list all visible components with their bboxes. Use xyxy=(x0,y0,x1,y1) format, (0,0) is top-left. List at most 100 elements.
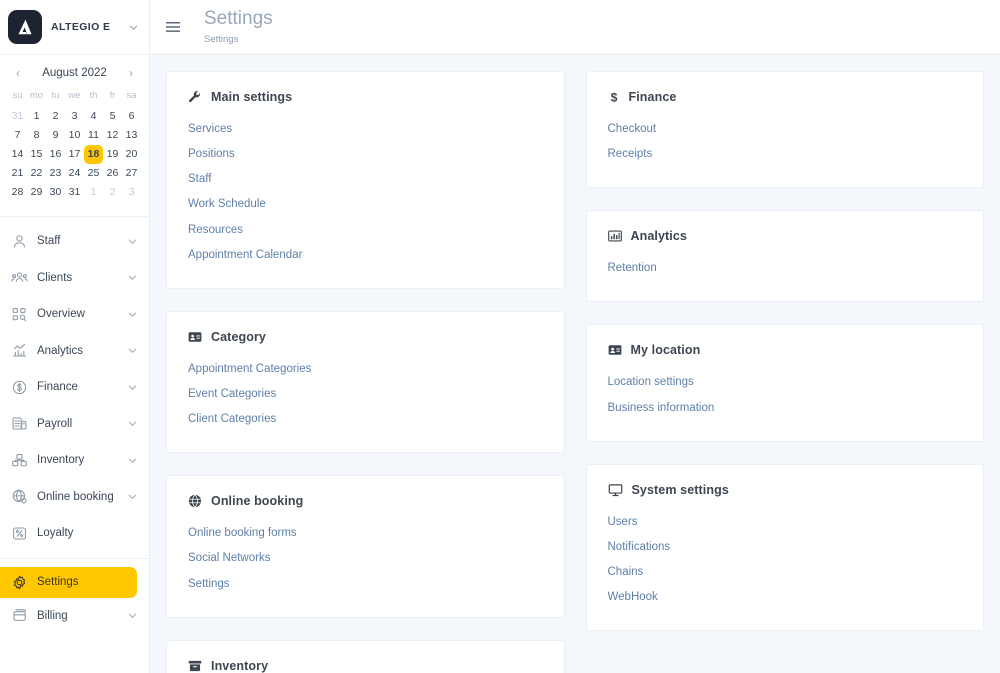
calendar-day[interactable]: 12 xyxy=(103,126,122,145)
header-titles: Settings Settings xyxy=(204,8,273,45)
calendar-day[interactable]: 3 xyxy=(65,107,84,126)
card-header: System settings xyxy=(608,483,964,497)
calendar-day[interactable]: 8 xyxy=(27,126,46,145)
card-link-webhook[interactable]: WebHook xyxy=(608,585,964,610)
calendar-dow-th: th xyxy=(89,90,98,101)
calendar-day[interactable]: 24 xyxy=(65,164,84,183)
card-link-checkout[interactable]: Checkout xyxy=(608,117,964,142)
chevron-down-icon[interactable] xyxy=(127,309,138,320)
grid-search-icon xyxy=(11,306,28,323)
calendar-day[interactable]: 1 xyxy=(27,107,46,126)
calendar-day[interactable]: 17 xyxy=(65,145,84,164)
chevron-down-icon[interactable] xyxy=(127,418,138,429)
sidebar-item-online-booking[interactable]: Online booking xyxy=(0,479,149,516)
chevron-down-icon[interactable] xyxy=(127,491,138,502)
calendar-day-selected[interactable]: 18 xyxy=(84,145,103,164)
settings-column-left: Main settings Services Positions Staff Work … xyxy=(166,71,565,673)
calendar-month-title: August 2022 xyxy=(42,67,107,79)
card-link-receipts[interactable]: Receipts xyxy=(608,142,964,167)
sidebar-item-staff[interactable]: Staff xyxy=(0,223,149,260)
sidebar-item-loyalty[interactable]: Loyalty xyxy=(0,515,149,552)
calendar-day[interactable]: 16 xyxy=(46,145,65,164)
calendar-day[interactable]: 19 xyxy=(103,145,122,164)
calendar-day[interactable]: 3 xyxy=(122,183,141,202)
card-link-resources[interactable]: Resources xyxy=(188,218,544,243)
users-icon xyxy=(11,269,28,286)
brand-selector[interactable]: ALTEGIO E xyxy=(0,0,149,55)
card-link-appointment-calendar[interactable]: Appointment Calendar xyxy=(188,243,544,268)
chevron-down-icon[interactable] xyxy=(127,236,138,247)
sidebar-item-inventory[interactable]: Inventory xyxy=(0,442,149,479)
calendar-day[interactable]: 30 xyxy=(46,183,65,202)
card-title: Online booking xyxy=(211,494,304,509)
calendar-day[interactable]: 25 xyxy=(84,164,103,183)
calendar-day[interactable]: 5 xyxy=(103,107,122,126)
card-link-location-settings[interactable]: Location settings xyxy=(608,370,964,395)
chevron-left-icon[interactable]: ‹ xyxy=(10,67,26,79)
sidebar-item-overview[interactable]: Overview xyxy=(0,296,149,333)
svg-text:$: $ xyxy=(610,91,617,104)
sidebar-item-billing[interactable]: Billing xyxy=(0,598,149,635)
chevron-down-icon[interactable] xyxy=(127,272,138,283)
gear-icon xyxy=(11,574,28,591)
card-link-notifications[interactable]: Notifications xyxy=(608,535,964,560)
sidebar-item-settings[interactable]: Settings xyxy=(0,566,137,598)
sidebar-item-label: Payroll xyxy=(37,417,73,430)
settings-column-right: $ Finance Checkout Receipts Analytics Retenti… xyxy=(585,71,984,632)
card-link-online-booking-forms[interactable]: Online booking forms xyxy=(188,521,544,546)
calendar-day[interactable]: 7 xyxy=(8,126,27,145)
card-link-client-categories[interactable]: Client Categories xyxy=(188,407,544,432)
calendar-day[interactable]: 20 xyxy=(122,145,141,164)
card-link-positions[interactable]: Positions xyxy=(188,142,544,167)
calendar-day[interactable]: 2 xyxy=(103,183,122,202)
card-header: $ Finance xyxy=(608,90,964,104)
sidebar-item-payroll[interactable]: Payroll xyxy=(0,406,149,443)
calendar-day[interactable]: 4 xyxy=(84,107,103,126)
chevron-down-icon[interactable] xyxy=(127,382,138,393)
card-link-staff[interactable]: Staff xyxy=(188,167,544,192)
sidebar-item-clients[interactable]: Clients xyxy=(0,260,149,297)
card-link-services[interactable]: Services xyxy=(188,117,544,142)
hamburger-menu-icon[interactable] xyxy=(163,17,183,37)
card-link-users[interactable]: Users xyxy=(608,510,964,535)
calendar-day[interactable]: 31 xyxy=(8,107,27,126)
card-link-appointment-categories[interactable]: Appointment Categories xyxy=(188,357,544,382)
sidebar-item-finance[interactable]: Finance xyxy=(0,369,149,406)
card-link-retention[interactable]: Retention xyxy=(608,256,964,281)
calendar-day[interactable]: 28 xyxy=(8,183,27,202)
card-link-event-categories[interactable]: Event Categories xyxy=(188,382,544,407)
calendar-day[interactable]: 31 xyxy=(65,183,84,202)
card-title: Category xyxy=(211,329,266,344)
settings-card-main-settings: Main settings Services Positions Staff Work … xyxy=(166,71,565,289)
chevron-down-icon[interactable] xyxy=(127,610,138,621)
chevron-right-icon[interactable]: › xyxy=(123,67,139,79)
calendar-day[interactable]: 22 xyxy=(27,164,46,183)
calendar-day[interactable]: 23 xyxy=(46,164,65,183)
calendar-day[interactable]: 10 xyxy=(65,126,84,145)
card-link-chains[interactable]: Chains xyxy=(608,560,964,585)
calendar-day[interactable]: 6 xyxy=(122,107,141,126)
chevron-down-icon[interactable] xyxy=(128,22,139,33)
calendar-day[interactable]: 29 xyxy=(27,183,46,202)
card-link-work-schedule[interactable]: Work Schedule xyxy=(188,192,544,217)
card-header: My location xyxy=(608,343,964,357)
calendar-day[interactable]: 1 xyxy=(84,183,103,202)
calendar-day[interactable]: 13 xyxy=(122,126,141,145)
card-link-social-networks[interactable]: Social Networks xyxy=(188,546,544,571)
calendar-day[interactable]: 2 xyxy=(46,107,65,126)
calendar-day[interactable]: 21 xyxy=(8,164,27,183)
calendar-day[interactable]: 11 xyxy=(84,126,103,145)
sidebar-item-analytics[interactable]: Analytics xyxy=(0,333,149,370)
sidebar-divider-bottom xyxy=(0,557,149,559)
card-link-business-information[interactable]: Business information xyxy=(608,396,964,421)
calendar-dow-fr: fr xyxy=(109,90,116,101)
card-link-settings[interactable]: Settings xyxy=(188,572,544,597)
calendar-day[interactable]: 27 xyxy=(122,164,141,183)
calendar-day[interactable]: 9 xyxy=(46,126,65,145)
calendar-day[interactable]: 15 xyxy=(27,145,46,164)
settings-card-category: Category Appointment Categories Event Cate… xyxy=(166,310,565,454)
calendar-day[interactable]: 26 xyxy=(103,164,122,183)
calendar-day[interactable]: 14 xyxy=(8,145,27,164)
chevron-down-icon[interactable] xyxy=(127,345,138,356)
chevron-down-icon[interactable] xyxy=(127,455,138,466)
